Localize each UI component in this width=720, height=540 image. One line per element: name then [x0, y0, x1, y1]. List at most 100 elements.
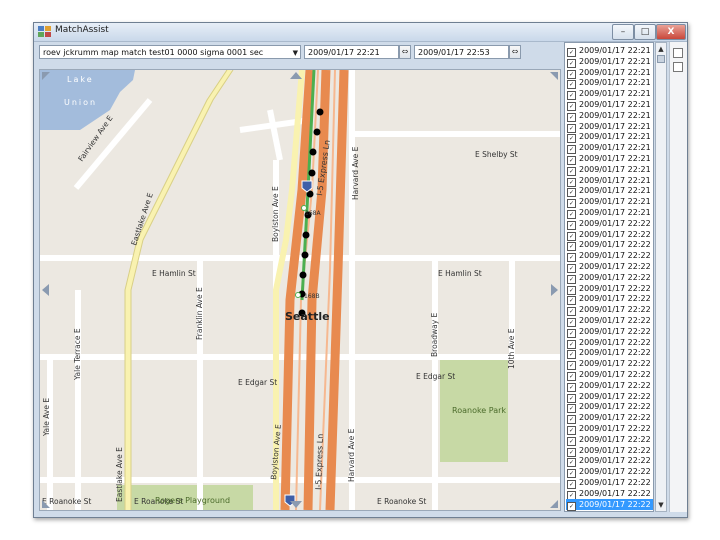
- file-combo[interactable]: roev jckrumm map match test01 0000 sigma…: [39, 45, 301, 59]
- timestamp-list-scrollbar[interactable]: ▲ ▼: [655, 42, 667, 512]
- map-label-street: E Hamlin St: [152, 269, 196, 278]
- timestamp-label: 2009/01/17 22:22: [579, 359, 651, 369]
- timestamp-list-item[interactable]: ✓ 2009/01/17 22:21: [566, 99, 653, 111]
- start-time-field[interactable]: 2009/01/17 22:21: [304, 45, 399, 59]
- timestamp-list-item[interactable]: ✓ 2009/01/17 22:22: [566, 283, 653, 295]
- timestamp-list[interactable]: ✓ 2009/01/17 22:21 ✓ 2009/01/17 22:21 ✓ 2009/…: [564, 42, 654, 512]
- timestamp-label: 2009/01/17 22:21: [579, 89, 651, 99]
- end-time-field[interactable]: 2009/01/17 22:53: [414, 45, 509, 59]
- chevron-down-icon[interactable]: ▼: [293, 46, 298, 58]
- pan-upright-icon: [550, 72, 558, 80]
- timestamp-list-item[interactable]: ✓ 2009/01/17 22:22: [566, 337, 653, 349]
- timestamp-label: 2009/01/17 22:22: [579, 316, 651, 325]
- map-label-street: Yale Ave E: [42, 398, 51, 437]
- timestamp-list-item[interactable]: ✓ 2009/01/17 22:22: [566, 293, 653, 306]
- app-icon: [38, 26, 51, 37]
- timestamp-list-item[interactable]: ✓ 2009/01/17 22:22: [566, 304, 653, 317]
- map-label-street: I-5 Express Ln: [315, 139, 332, 196]
- close-button[interactable]: X: [656, 24, 686, 40]
- timestamp-list-item[interactable]: ✓ 2009/01/17 22:22: [566, 488, 653, 500]
- map-label-street: Franklin Ave E: [195, 287, 204, 340]
- timestamp-list-item[interactable]: ✓ 2009/01/17 22:22: [566, 455, 653, 468]
- timestamp-checkbox[interactable]: ✓: [567, 501, 576, 511]
- timestamp-list-item[interactable]: ✓ 2009/01/17 22:22: [566, 380, 653, 392]
- timestamp-list-item[interactable]: ✓ 2009/01/17 22:21: [566, 77, 653, 90]
- timestamp-list-item[interactable]: ✓ 2009/01/17 22:22: [566, 239, 653, 252]
- timestamp-list-item[interactable]: ✓ 2009/01/17 22:21: [566, 110, 653, 122]
- timestamp-label: 2009/01/17 22:22: [579, 262, 651, 271]
- timestamp-list-item[interactable]: ✓ 2009/01/17 22:21: [566, 175, 653, 187]
- close-icon: X: [667, 27, 675, 37]
- map-label-street: Eastlake Ave E: [115, 447, 124, 502]
- timestamp-list-item[interactable]: ✓ 2009/01/17 22:22: [566, 423, 653, 435]
- timestamp-label: 2009/01/17 22:21: [579, 78, 651, 88]
- timestamp-list-item[interactable]: ✓ 2009/01/17 22:22: [566, 347, 653, 360]
- scroll-thumb[interactable]: [657, 55, 665, 63]
- timestamp-list-item[interactable]: ✓ 2009/01/17 22:21: [566, 164, 653, 176]
- pan-downright-icon: [550, 500, 558, 508]
- timestamp-list-item[interactable]: ✓ 2009/01/17 22:21: [566, 131, 653, 144]
- timestamp-list-item[interactable]: ✓ 2009/01/17 22:22: [566, 466, 653, 479]
- timestamp-list-item[interactable]: ✓ 2009/01/17 22:21: [566, 207, 653, 219]
- timestamp-list-item[interactable]: ✓ 2009/01/17 22:22: [566, 218, 653, 230]
- spin-left-icon[interactable]: ⇔: [399, 45, 411, 59]
- map-label-street: E Shelby St: [475, 150, 518, 159]
- timestamp-list-item[interactable]: ✓ 2009/01/17 22:21: [566, 45, 653, 57]
- timestamp-list-item[interactable]: ✓ 2009/01/17 22:21: [566, 153, 653, 165]
- map-canvas[interactable]: Fairview Ave E Eastlake Ave E Boylston A…: [40, 70, 560, 510]
- timestamp-list-item[interactable]: ✓ 2009/01/17 22:22: [566, 498, 653, 511]
- timestamp-list-item[interactable]: ✓ 2009/01/17 22:21: [566, 56, 653, 68]
- timestamp-list-item[interactable]: ✓ 2009/01/17 22:22: [566, 272, 653, 284]
- timestamp-list-item[interactable]: ✓ 2009/01/17 22:22: [566, 401, 653, 414]
- timestamp-label: 2009/01/17 22:21: [579, 132, 651, 142]
- title-bar[interactable]: MatchAssist – □ X: [34, 23, 687, 42]
- timestamp-list-item[interactable]: ✓ 2009/01/17 22:21: [566, 196, 653, 209]
- timestamp-label: 2009/01/17 22:22: [579, 478, 651, 487]
- timestamp-list-item[interactable]: ✓ 2009/01/17 22:22: [566, 326, 653, 338]
- timestamp-label: 2009/01/17 22:21: [579, 208, 651, 217]
- timestamp-label: 2009/01/17 22:21: [579, 175, 651, 185]
- map-label-street: E Edgar St: [238, 378, 277, 387]
- map-label-water: Lake: [67, 75, 94, 84]
- pan-left-icon: [42, 284, 49, 296]
- timestamp-label: 2009/01/17 22:22: [579, 370, 651, 379]
- toolbar: roev jckrumm map match test01 0000 sigma…: [34, 42, 564, 64]
- timestamp-list-item[interactable]: ✓ 2009/01/17 22:22: [566, 261, 653, 273]
- option-checkbox[interactable]: [673, 48, 683, 58]
- timestamp-label: 2009/01/17 22:22: [579, 348, 651, 358]
- map-label-street: E Roanoke St: [377, 497, 426, 506]
- option-checkbox[interactable]: [673, 62, 683, 72]
- timestamp-list-item[interactable]: ✓ 2009/01/17 22:21: [566, 185, 653, 198]
- timestamp-label: 2009/01/17 22:22: [579, 251, 651, 261]
- minimize-button[interactable]: –: [612, 24, 634, 40]
- timestamp-list-item[interactable]: ✓ 2009/01/17 22:22: [566, 229, 653, 241]
- scroll-down-icon[interactable]: ▼: [656, 500, 666, 510]
- timestamp-list-item[interactable]: ✓ 2009/01/17 22:21: [566, 88, 653, 101]
- timestamp-list-item[interactable]: ✓ 2009/01/17 22:22: [566, 477, 653, 489]
- timestamp-list-item[interactable]: ✓ 2009/01/17 22:22: [566, 358, 653, 371]
- timestamp-list-item[interactable]: ✓ 2009/01/17 22:22: [566, 315, 653, 327]
- timestamp-label: 2009/01/17 22:21: [579, 186, 651, 196]
- timestamp-list-item[interactable]: ✓ 2009/01/17 22:21: [566, 121, 653, 133]
- spin-right-icon[interactable]: ⇔: [509, 45, 521, 59]
- timestamp-list-item[interactable]: ✓ 2009/01/17 22:21: [566, 67, 653, 79]
- timestamp-label: 2009/01/17 22:22: [579, 391, 651, 401]
- timestamp-list-item[interactable]: ✓ 2009/01/17 22:22: [566, 412, 653, 425]
- timestamp-list-item[interactable]: ✓ 2009/01/17 22:22: [566, 445, 653, 457]
- timestamp-list-item[interactable]: ✓ 2009/01/17 22:22: [566, 434, 653, 446]
- map-view[interactable]: Fairview Ave E Eastlake Ave E Boylston A…: [39, 69, 561, 511]
- timestamp-label: 2009/01/17 22:22: [579, 424, 651, 433]
- timestamp-list-item[interactable]: ✓ 2009/01/17 22:22: [566, 391, 653, 403]
- map-label-park: Rogers Playground: [155, 496, 230, 505]
- scroll-up-icon[interactable]: ▲: [656, 44, 666, 54]
- map-label-street: 10th Ave E: [507, 328, 516, 369]
- maximize-button[interactable]: □: [634, 24, 656, 40]
- timestamp-list-item[interactable]: ✓ 2009/01/17 22:22: [566, 250, 653, 263]
- map-label-water: Union: [64, 98, 97, 107]
- timestamp-list-item[interactable]: ✓ 2009/01/17 22:21: [566, 142, 653, 155]
- timestamp-list-item[interactable]: ✓ 2009/01/17 22:22: [566, 369, 653, 381]
- timestamp-label: 2009/01/17 22:22: [579, 337, 651, 347]
- timestamp-label: 2009/01/17 22:21: [579, 197, 651, 207]
- timestamp-label: 2009/01/17 22:22: [579, 445, 651, 455]
- map-label-street: E Roanoke St: [42, 497, 91, 506]
